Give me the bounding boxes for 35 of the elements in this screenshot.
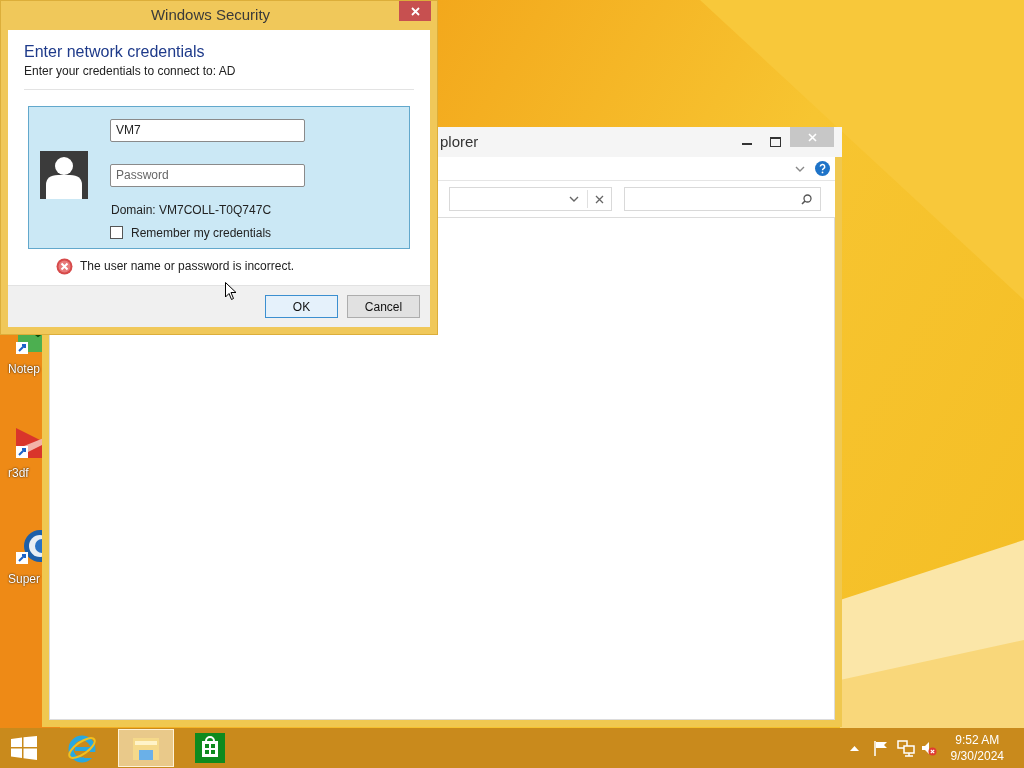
search-field[interactable] bbox=[623, 187, 821, 211]
maximize-icon[interactable] bbox=[770, 137, 781, 147]
chevron-down-icon bbox=[568, 196, 579, 202]
desktop-icon-label: r3df bbox=[8, 465, 29, 482]
close-icon bbox=[807, 132, 817, 142]
help-icon[interactable] bbox=[815, 161, 830, 176]
window-title: plorer bbox=[440, 131, 480, 152]
close-icon bbox=[410, 6, 420, 16]
user-avatar-icon bbox=[40, 150, 88, 199]
desktop-icon-label: Notep bbox=[8, 361, 41, 378]
dialog-button[interactable]: OK bbox=[265, 295, 338, 318]
network-icon[interactable] bbox=[896, 739, 915, 757]
show-hidden-icons-icon[interactable] bbox=[849, 745, 859, 751]
muted-speaker-icon[interactable] bbox=[920, 740, 937, 756]
error-icon bbox=[56, 257, 73, 275]
dialog-title: Windows Security bbox=[149, 5, 272, 26]
dialog-subheading: Enter your credentials to connect to: AD bbox=[24, 63, 237, 79]
desktop-icon-label: Super bbox=[8, 571, 41, 588]
clear-icon bbox=[594, 194, 604, 204]
username-field[interactable]: VM7 bbox=[110, 118, 305, 142]
shopping-bag-icon bbox=[195, 733, 225, 763]
dialog-button[interactable]: Cancel bbox=[347, 295, 420, 318]
close-button[interactable] bbox=[399, 1, 431, 21]
dialog-heading: Enter network credentials bbox=[24, 42, 206, 62]
password-field[interactable]: Password bbox=[110, 163, 305, 187]
domain-text: Domain: VM7COLL-T0Q747C bbox=[111, 201, 273, 219]
windows-logo-icon bbox=[11, 736, 37, 760]
mouse-cursor-icon bbox=[225, 282, 237, 301]
remember-checkbox[interactable] bbox=[110, 226, 123, 239]
flag-icon[interactable] bbox=[872, 740, 889, 756]
remember-label: Remember my credentials bbox=[131, 224, 272, 242]
error-message: The user name or password is incorrect. bbox=[80, 258, 295, 275]
minimize-icon[interactable] bbox=[742, 142, 752, 146]
search-icon bbox=[801, 193, 812, 205]
chevron-down-icon[interactable] bbox=[795, 165, 805, 172]
